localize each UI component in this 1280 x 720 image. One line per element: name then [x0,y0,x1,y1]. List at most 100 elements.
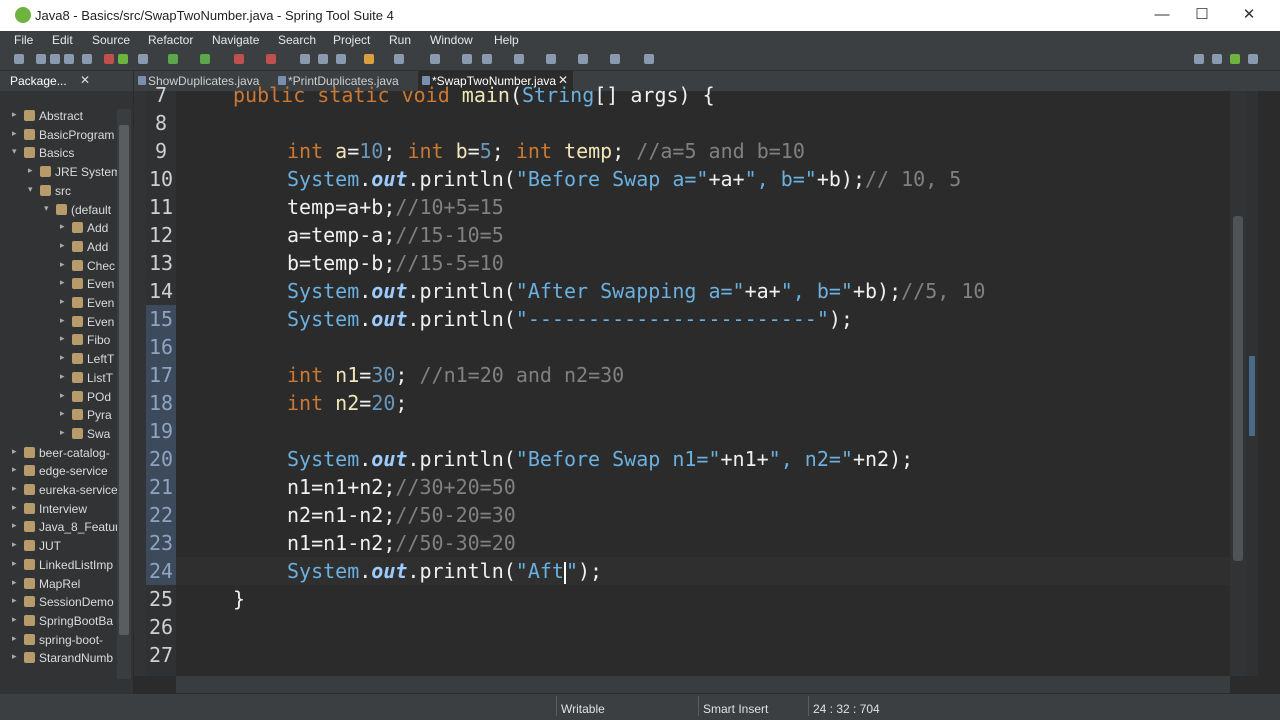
tree-item[interactable]: ▸ ListT [60,370,117,388]
pin-editor-icon[interactable] [610,54,620,64]
tree-item[interactable]: ▸ Swa [60,426,117,444]
expand-arrow-icon[interactable]: ▸ [60,240,70,251]
external-tools-icon[interactable] [266,54,276,64]
menu-file[interactable]: File [14,33,33,47]
expand-arrow-icon[interactable]: ▸ [60,296,70,307]
save-icon[interactable] [36,54,46,64]
print-icon[interactable] [64,54,74,64]
menu-refactor[interactable]: Refactor [148,33,193,47]
expand-arrow-icon[interactable]: ▸ [60,277,70,288]
debug-icon[interactable] [138,54,148,64]
expand-arrow-icon[interactable]: ▸ [12,539,22,550]
close-button[interactable]: ✕ [1226,4,1272,28]
tree-item[interactable]: ▸ SpringBootBa [12,613,117,631]
menu-navigate[interactable]: Navigate [212,33,259,47]
scrollbar-thumb[interactable] [119,125,129,635]
tree-item[interactable]: ▸ edge-service [12,463,117,481]
last-edit-icon[interactable] [514,54,524,64]
tree-item[interactable]: ▸ beer-catalog- [12,445,117,463]
expand-arrow-icon[interactable]: ▸ [12,502,22,513]
expand-arrow-icon[interactable]: ▸ [12,651,22,662]
new-class-icon[interactable] [336,54,346,64]
spring-perspective-icon[interactable] [1230,54,1240,64]
tree-item[interactable]: ▾ (default [44,202,117,220]
expand-arrow-icon[interactable]: ▸ [12,483,22,494]
forward-icon[interactable] [578,54,588,64]
tree-item[interactable]: ▸ Chec [60,258,117,276]
expand-arrow-icon[interactable]: ▸ [60,390,70,401]
tree-item[interactable]: ▸ eureka-service [12,482,117,500]
next-annotation-icon[interactable] [462,54,472,64]
tree-item[interactable]: ▸ LinkedListImp [12,557,117,575]
tree-item[interactable]: ▾ Basics [12,145,117,163]
tree-item[interactable]: ▸ BasicProgram [12,127,117,145]
tree-item[interactable]: ▸ Even [60,295,117,313]
save-all-icon[interactable] [50,54,60,64]
menu-search[interactable]: Search [278,33,316,47]
terminal-icon[interactable] [82,54,92,64]
expand-arrow-icon[interactable]: ▸ [12,595,22,606]
menu-source[interactable]: Source [92,33,130,47]
menu-project[interactable]: Project [333,33,370,47]
tree-item[interactable]: ▸ Add [60,239,117,257]
expand-arrow-icon[interactable]: ▸ [12,464,22,475]
expand-arrow-icon[interactable]: ▸ [12,446,22,457]
new-java-project-icon[interactable] [300,54,310,64]
run-config-icon[interactable] [200,54,210,64]
menu-help[interactable]: Help [494,33,519,47]
expand-arrow-icon[interactable]: ▸ [12,558,22,569]
tree-item[interactable]: ▸ Pyra [60,407,117,425]
boot-dashboard-icon[interactable] [118,54,128,64]
editor-horizontal-scrollbar[interactable] [176,676,1230,693]
tree-item[interactable]: ▸ JRE System [28,164,117,182]
package-explorer-tab[interactable]: Package... [10,74,67,88]
open-perspective-icon[interactable] [1194,54,1204,64]
expand-arrow-icon[interactable]: ▸ [60,315,70,326]
tree-item[interactable]: ▸ Abstract [12,108,117,126]
tree-item[interactable]: ▸ POd [60,389,117,407]
back-icon[interactable] [546,54,556,64]
tree-item[interactable]: ▸ Even [60,276,117,294]
run-icon[interactable] [168,54,178,64]
expand-arrow-icon[interactable]: ▸ [60,333,70,344]
expand-arrow-icon[interactable]: ▾ [28,184,38,195]
expand-arrow-icon[interactable]: ▸ [12,614,22,625]
expand-arrow-icon[interactable]: ▾ [12,146,22,157]
scrollbar-thumb[interactable] [1233,216,1243,561]
expand-arrow-icon[interactable]: ▸ [60,408,70,419]
tree-item[interactable]: ▸ Interview [12,501,117,519]
new-icon[interactable] [14,54,24,64]
open-type-icon[interactable] [364,54,374,64]
stop-icon[interactable] [104,54,114,64]
tree-item[interactable]: ▸ JUT [12,538,117,556]
expand-arrow-icon[interactable]: ▸ [60,259,70,270]
tree-item[interactable]: ▸ StarandNumb [12,650,117,668]
tree-item[interactable]: ▾ src [28,183,117,201]
expand-arrow-icon[interactable]: ▾ [44,203,54,214]
search-icon[interactable] [394,54,404,64]
expand-arrow-icon[interactable]: ▸ [12,109,22,120]
tree-item[interactable]: ▸ spring-boot- [12,632,117,650]
expand-arrow-icon[interactable]: ▸ [12,520,22,531]
java-perspective-icon[interactable] [1212,54,1222,64]
tree-item[interactable]: ▸ MapRel [12,576,117,594]
expand-arrow-icon[interactable]: ▸ [28,165,38,176]
expand-arrow-icon[interactable]: ▸ [12,128,22,139]
tree-item[interactable]: ▸ Add [60,220,117,238]
expand-arrow-icon[interactable]: ▸ [60,352,70,363]
menu-window[interactable]: Window [430,33,473,47]
tree-item[interactable]: ▸ Even [60,314,117,332]
tree-item[interactable]: ▸ SessionDemo [12,594,117,612]
explorer-scrollbar[interactable] [117,109,131,679]
prev-annotation-icon[interactable] [482,54,492,64]
maximize-button[interactable]: ☐ [1179,4,1225,28]
expand-arrow-icon[interactable]: ▸ [60,427,70,438]
tree-item[interactable]: ▸ LeftT [60,351,117,369]
expand-arrow-icon[interactable]: ▸ [60,221,70,232]
perspective-icon[interactable] [644,54,654,64]
terminate-icon[interactable] [234,54,244,64]
new-package-icon[interactable] [318,54,328,64]
debug-perspective-icon[interactable] [1248,54,1258,64]
menu-edit[interactable]: Edit [52,33,73,47]
expand-arrow-icon[interactable]: ▸ [12,577,22,588]
